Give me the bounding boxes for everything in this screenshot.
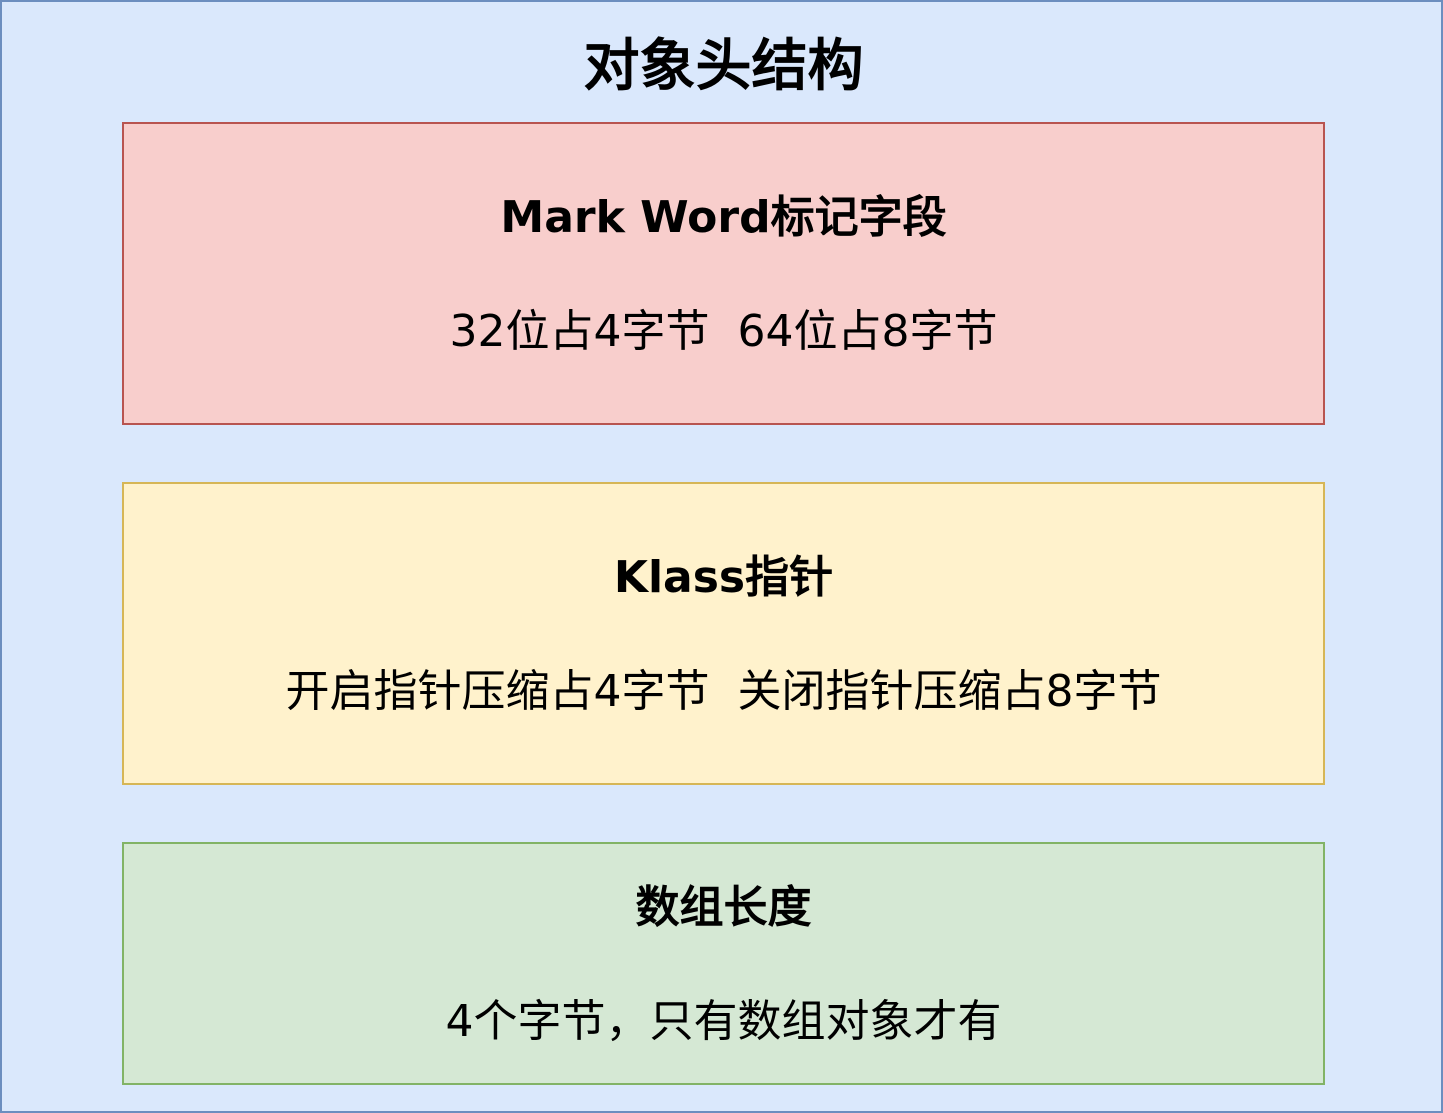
klass-pointer-title: Klass指针 <box>613 552 834 603</box>
klass-pointer-block: Klass指针 开启指针压缩占4字节 关闭指针压缩占8字节 <box>122 482 1325 785</box>
mark-word-description: 32位占4字节 64位占8字节 <box>449 306 998 357</box>
object-header-container: 对象头结构 Mark Word标记字段 32位占4字节 64位占8字节 Klas… <box>0 0 1443 1113</box>
mark-word-block: Mark Word标记字段 32位占4字节 64位占8字节 <box>122 122 1325 425</box>
klass-pointer-description: 开启指针压缩占4字节 关闭指针压缩占8字节 <box>285 666 1162 717</box>
diagram-title: 对象头结构 <box>583 34 864 99</box>
array-length-block: 数组长度 4个字节，只有数组对象才有 <box>122 842 1325 1085</box>
array-length-title: 数组长度 <box>635 882 812 933</box>
array-length-description: 4个字节，只有数组对象才有 <box>445 996 1002 1047</box>
mark-word-title: Mark Word标记字段 <box>500 192 947 243</box>
